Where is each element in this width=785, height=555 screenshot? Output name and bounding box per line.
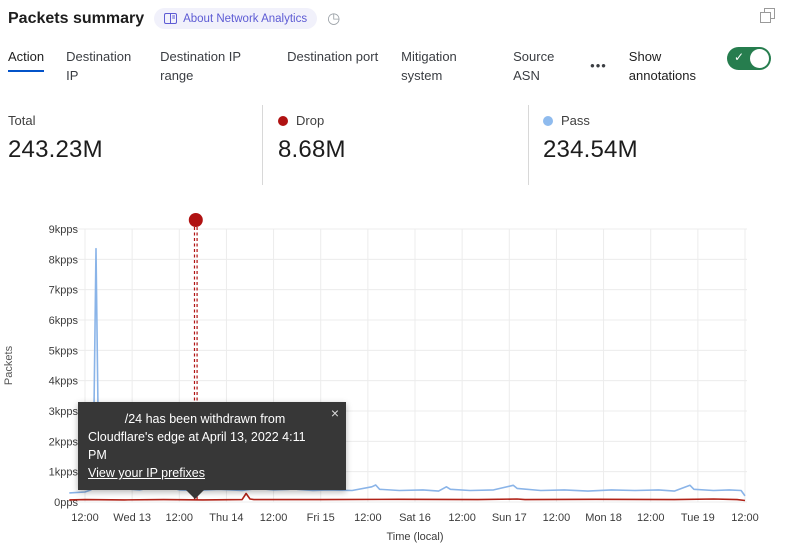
expand-icon[interactable] — [760, 8, 775, 28]
divider — [528, 105, 529, 185]
svg-text:12:00: 12:00 — [354, 512, 382, 524]
history-clock-icon[interactable]: ◷ — [327, 11, 340, 26]
svg-text:Sat 16: Sat 16 — [399, 512, 431, 524]
pass-legend-dot — [543, 116, 553, 126]
svg-text:5kpps: 5kpps — [49, 345, 79, 357]
stats-row: Total 243.23M Drop 8.68M Pass 234.54M — [0, 105, 785, 187]
view-ip-prefixes-link[interactable]: View your IP prefixes — [88, 466, 205, 480]
svg-text:Fri 15: Fri 15 — [307, 512, 335, 524]
svg-text:12:00: 12:00 — [637, 512, 665, 524]
page-title: Packets summary — [8, 10, 144, 28]
packets-time-series-chart: 0pps 1kpps 2kpps 3kpps 4kpps 5kpps 6kpps 7kpps 8… — [0, 210, 785, 555]
check-icon: ✓ — [734, 50, 744, 64]
overflow-menu-icon[interactable]: ••• — [590, 56, 607, 75]
stat-pass: Pass 234.54M — [543, 113, 638, 164]
stat-pass-label: Pass — [561, 113, 590, 128]
about-network-analytics-badge[interactable]: About Network Analytics — [154, 8, 317, 29]
badge-label: About Network Analytics — [183, 13, 307, 25]
svg-text:Mon 18: Mon 18 — [585, 512, 622, 524]
svg-text:Wed 13: Wed 13 — [113, 512, 151, 524]
stat-pass-value: 234.54M — [543, 136, 638, 164]
svg-text:4kpps: 4kpps — [49, 376, 79, 388]
tab-destination-ip-range[interactable]: Destination IP range — [160, 47, 265, 85]
show-annotations-label: Show annotations — [629, 47, 713, 85]
svg-text:12:00: 12:00 — [448, 512, 476, 524]
stat-drop-label: Drop — [296, 113, 324, 128]
tab-action[interactable]: Action — [8, 47, 44, 72]
tab-destination-port[interactable]: Destination port — [287, 47, 379, 66]
tooltip-line2: Cloudflare's edge at April 13, 2022 4:11… — [88, 428, 322, 464]
close-icon[interactable]: × — [331, 404, 339, 422]
tooltip-pointer — [186, 490, 204, 499]
stat-total-value: 243.23M — [8, 136, 103, 164]
svg-text:12:00: 12:00 — [166, 512, 194, 524]
tab-bar: Action Destination IP Destination IP ran… — [8, 47, 713, 85]
svg-text:6kpps: 6kpps — [49, 315, 79, 327]
svg-text:Sun 17: Sun 17 — [492, 512, 527, 524]
svg-text:3kpps: 3kpps — [49, 406, 79, 418]
svg-text:Tue 19: Tue 19 — [681, 512, 715, 524]
toggle-knob — [750, 49, 769, 68]
stat-total: Total 243.23M — [8, 113, 103, 164]
svg-text:1kpps: 1kpps — [49, 467, 79, 479]
svg-text:12:00: 12:00 — [731, 512, 759, 524]
book-icon — [164, 13, 177, 24]
drop-legend-dot — [278, 116, 288, 126]
divider — [262, 105, 263, 185]
svg-text:12:00: 12:00 — [71, 512, 99, 524]
svg-text:8kpps: 8kpps — [49, 254, 79, 266]
packets-summary-card: Packets summary About Network Analytics … — [0, 0, 785, 555]
svg-text:Thu 14: Thu 14 — [209, 512, 243, 524]
tab-source-asn[interactable]: Source ASN — [513, 47, 568, 85]
header: Packets summary About Network Analytics … — [8, 8, 340, 29]
annotation-marker-dot[interactable] — [189, 213, 203, 227]
annotation-tooltip: /24 has been withdrawn from Cloudflare's… — [78, 402, 346, 490]
svg-text:2kpps: 2kpps — [49, 436, 79, 448]
svg-text:12:00: 12:00 — [260, 512, 288, 524]
show-annotations-toggle[interactable]: ✓ — [727, 47, 771, 70]
stat-drop: Drop 8.68M — [278, 113, 346, 164]
stat-drop-value: 8.68M — [278, 136, 346, 164]
svg-text:0pps: 0pps — [54, 497, 78, 509]
tooltip-line1: /24 has been withdrawn from — [88, 410, 322, 428]
tab-mitigation-system[interactable]: Mitigation system — [401, 47, 491, 85]
stat-total-label: Total — [8, 113, 35, 128]
svg-text:Packets: Packets — [3, 345, 15, 385]
svg-text:9kpps: 9kpps — [49, 224, 79, 236]
svg-text:Time (local): Time (local) — [386, 531, 443, 543]
svg-text:7kpps: 7kpps — [49, 285, 79, 297]
svg-text:12:00: 12:00 — [543, 512, 571, 524]
tab-destination-ip[interactable]: Destination IP — [66, 47, 138, 85]
